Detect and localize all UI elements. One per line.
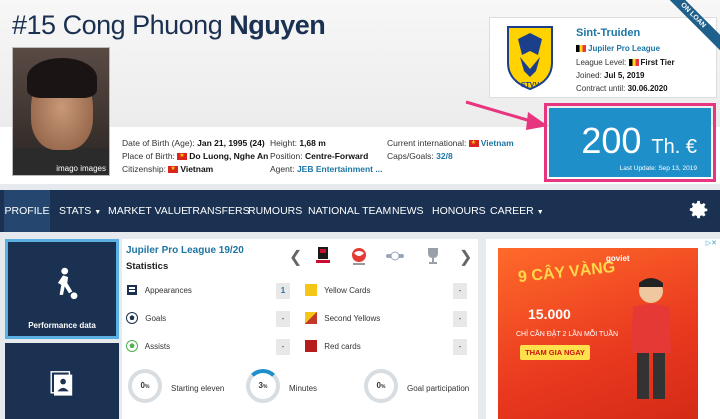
second-yellows-row: Second Yellows - [305,311,471,327]
caps-row: Caps/Goals: 32/8 [387,151,453,161]
appearances-row: Appearances 1 [126,283,294,299]
assist-icon [126,340,138,352]
second-yellows-value: - [453,311,467,327]
goals-row: Goals - [126,311,294,327]
minutes-label: Minutes [289,384,318,393]
ad-line: CHỈ CẦN ĐẶT 2 LẦN MỖI TUẦN [516,331,619,338]
national-team-link[interactable]: Vietnam [481,138,514,148]
assists-row: Assists - [126,339,294,355]
jersey-icon [127,285,137,295]
appearances-value[interactable]: 1 [276,283,290,299]
citizenship-row: Citizenship: Vietnam [122,163,268,176]
position-row: Position: Centre-Forward [270,151,369,161]
section-tiles: Performance data [5,239,119,419]
player-first-name: Cong Phuong [62,10,223,40]
performance-data-label: Performance data [28,321,96,330]
yellow-cards-row: Yellow Cards - [305,283,471,299]
vietnam-flag-icon [168,163,179,176]
main-nav: PROFILE STATS ▼ MARKET VALUE TRANSFERS R… [0,190,720,232]
tab-transfers[interactable]: TRANSFERS [186,190,250,232]
assists-value: - [276,339,290,355]
red-cards-row: Red cards - [305,339,471,355]
player-info-col2: Height: 1,68 m Position: Centre-Forward … [270,137,382,176]
player-info-col3: Current international: Vietnam Caps/Goal… [387,137,514,163]
soccer-player-icon [57,267,78,300]
agent-link[interactable]: JEB Entertainment ... [297,164,383,174]
minutes-gauge: 3% [246,369,280,403]
player-info-col1: Date of Birth (Age): Jan 21, 1995 (24) P… [122,137,268,176]
dob-row: Date of Birth (Age): Jan 21, 1995 (24) [122,138,265,148]
starting-eleven-gauge: 0% [128,369,162,403]
red-cards-value: - [453,339,467,355]
club-crest-icon[interactable]: STVV [506,25,554,91]
red-card-icon [305,340,317,352]
second-yellow-icon [305,312,317,324]
vietnam-flag-icon [468,137,479,150]
id-card-icon [50,371,73,396]
performance-data-tile[interactable]: Performance data [5,239,119,339]
market-value-box[interactable]: 200 Th. € Last Update: Sep 13, 2019 [549,108,711,177]
ad-cta-button[interactable]: THAM GIA NGAY [520,345,590,360]
gear-icon[interactable] [688,199,710,221]
ad-headline: 9 CÂY VÀNG [517,258,617,287]
tab-career[interactable]: CAREER ▼ [490,190,544,232]
goals-value: - [276,311,290,327]
ad-person-image [631,278,671,399]
national-competition-icon[interactable] [384,245,406,267]
belgium-flag-icon [576,45,586,52]
stats-heading: Statistics [126,261,169,272]
stats-panel: Jupiler Pro League 19/20 Statistics ❮ ❯ … [122,239,478,419]
joined-row: Joined: Jul 5, 2019 [576,71,645,80]
trophy-icon[interactable] [422,245,444,267]
tab-profile[interactable]: PROFILE [4,190,50,232]
tab-honours[interactable]: HONOURS [432,190,486,232]
chevron-down-icon: ▼ [536,209,544,216]
ad-choices-icon[interactable]: ▷✕ [706,239,717,247]
league-row: Jupiler Pro League [576,44,660,53]
player-name: #15 Cong Phuong Nguyen [12,10,326,41]
ad-brand: goviet [606,254,630,263]
goal-participation-gauge: 0% [364,369,398,403]
tab-news[interactable]: NEWS [392,190,424,232]
agent-row: Agent: JEB Entertainment ... [270,164,383,174]
league-link[interactable]: Jupiler Pro League [588,44,660,53]
goal-participation-label: Goal participation [407,384,470,393]
starting-eleven-label: Starting eleven [171,384,225,393]
chevron-left-icon[interactable]: ❮ [289,247,302,267]
football-icon [126,312,138,324]
international-row: Current international: Vietnam [387,137,514,150]
chevron-right-icon[interactable]: ❯ [459,247,472,267]
chevron-down-icon: ▼ [94,209,102,216]
player-number: #15 [12,10,56,40]
tab-rumours[interactable]: RUMOURS [248,190,302,232]
market-value-amount: 200 Th. € [581,120,697,161]
svg-text:STVV: STVV [521,82,540,89]
contract-row: Contract until: 30.06.2020 [576,84,668,93]
ad-amount: 15.000 [528,306,571,322]
annotation-arrow-icon [465,100,548,130]
tab-stats[interactable]: STATS ▼ [59,190,101,232]
tab-market-value[interactable]: MARKET VALUE [108,190,188,232]
player-photo[interactable]: imago images [12,47,110,176]
jupiler-league-icon[interactable] [312,245,334,267]
belgium-flag-icon [628,59,639,66]
height-row: Height: 1,68 m [270,138,326,148]
yellow-cards-value: - [453,283,467,299]
market-value-last-update: Last Update: Sep 13, 2019 [619,165,697,172]
tab-national-team[interactable]: NATIONAL TEAM [308,190,391,232]
club-name-link[interactable]: Sint-Truiden [576,27,640,39]
yellow-card-icon [305,284,317,296]
caps-link[interactable]: 32/8 [436,151,453,161]
profile-card-tile[interactable] [5,343,119,419]
player-last-name: Nguyen [229,10,326,40]
league-season-link[interactable]: Jupiler Pro League 19/20 [126,245,244,256]
vietnam-flag-icon [177,150,188,163]
photo-credit: imago images [56,164,106,173]
ad-banner[interactable]: 9 CÂY VÀNG goviet 15.000 CHỈ CẦN ĐẶT 2 L… [498,248,698,419]
advertisement: 9 CÂY VÀNG goviet 15.000 CHỈ CẦN ĐẶT 2 L… [486,239,720,419]
pob-row: Place of Birth: Do Luong, Nghe An [122,150,268,163]
cup-competition-icon[interactable] [348,245,370,267]
league-level-row: League Level: First Tier [576,58,675,67]
on-loan-ribbon: ON LOAN [668,0,720,52]
